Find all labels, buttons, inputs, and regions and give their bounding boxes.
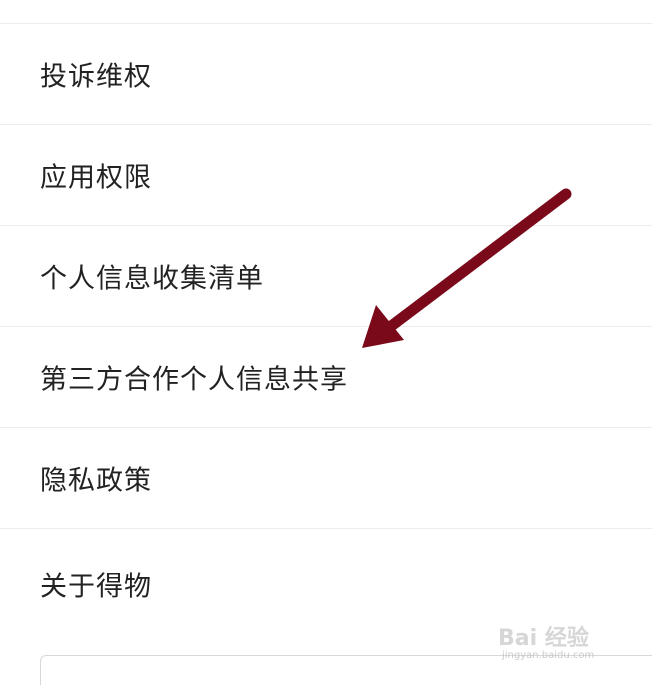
bottom-partial-box[interactable] xyxy=(40,655,652,685)
menu-item-personal-info-list[interactable]: 个人信息收集清单 xyxy=(0,226,652,327)
menu-item-third-party-sharing[interactable]: 第三方合作个人信息共享 xyxy=(0,327,652,428)
menu-item-label: 关于得物 xyxy=(40,571,152,603)
menu-item-complaint-rights[interactable]: 投诉维权 xyxy=(0,24,652,125)
menu-item-label: 投诉维权 xyxy=(40,61,152,93)
menu-item-app-permissions[interactable]: 应用权限 xyxy=(0,125,652,226)
settings-page: 投诉维权 应用权限 个人信息收集清单 第三方合作个人信息共享 隐私政策 关于得物… xyxy=(0,0,652,685)
menu-item-label: 应用权限 xyxy=(40,162,152,194)
menu-item-label: 第三方合作个人信息共享 xyxy=(40,364,348,396)
menu-item-privacy-policy[interactable]: 隐私政策 xyxy=(0,428,652,529)
menu-item-label: 隐私政策 xyxy=(40,465,152,497)
menu-item-label: 个人信息收集清单 xyxy=(40,263,264,295)
menu-item-about[interactable]: 关于得物 xyxy=(0,529,652,639)
